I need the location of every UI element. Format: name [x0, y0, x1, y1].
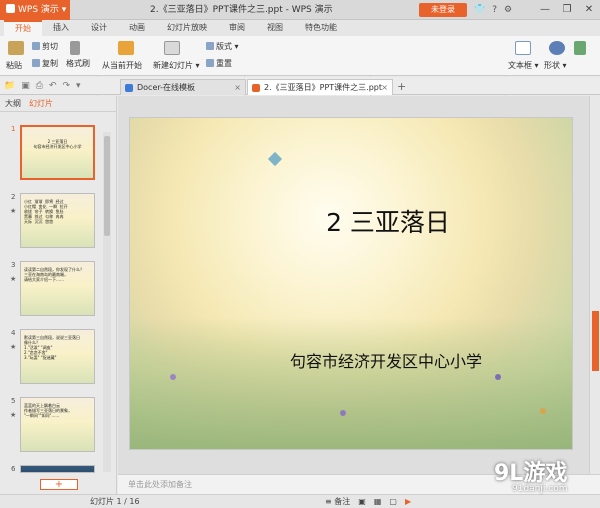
flower-image — [340, 410, 346, 416]
scroll-thumb[interactable] — [104, 136, 110, 236]
tab-home[interactable]: 开始 — [4, 20, 42, 36]
view-normal-icon[interactable]: ▣ — [358, 495, 366, 508]
doc-tab-label: 2.《三亚落日》PPT课件之三.ppt — [264, 83, 383, 92]
window-controls: — ❐ ✕ — [534, 0, 600, 20]
tab-features[interactable]: 特色功能 — [294, 20, 348, 36]
layout-button[interactable]: 版式 ▾ — [206, 41, 239, 52]
tab-view[interactable]: 视图 — [256, 20, 294, 36]
minimize-button[interactable]: — — [534, 0, 556, 20]
paste-icon[interactable] — [8, 41, 24, 55]
tab-outline[interactable]: 大纲 — [5, 96, 21, 111]
status-right: ≡ 备注 ▣ ▦ ▢ ▶ — [325, 495, 411, 508]
document-tab-bar: 📁 ▣ ⎙ ↶ ↷ ▾ Docer-在线模板 × 2.《三亚落日》PPT课件之三… — [0, 77, 600, 95]
app-menu-button[interactable]: WPS 演示 ▾ — [0, 0, 70, 20]
new-slide-icon[interactable] — [164, 41, 180, 55]
maximize-button[interactable]: ❐ — [556, 0, 578, 20]
view-reading-icon[interactable]: ▢ — [389, 495, 397, 508]
open-icon[interactable]: 📁 — [4, 81, 15, 91]
save-icon[interactable]: ▣ — [21, 81, 30, 91]
window-title: 2.《三亚落日》PPT课件之三.ppt - WPS 演示 — [150, 5, 333, 15]
new-slide-button[interactable]: 新建幻灯片 ▾ — [153, 60, 200, 71]
app-name: WPS 演示 — [18, 5, 59, 15]
slide-title[interactable]: 2 三亚落日 — [130, 203, 572, 239]
animation-star-icon: ★ — [10, 343, 17, 351]
meadow-background — [130, 316, 572, 449]
shape-button[interactable]: 形状 ▾ — [544, 60, 567, 71]
wps-logo-icon — [6, 4, 15, 13]
layout-icon — [206, 42, 214, 50]
from-current-button[interactable]: 从当前开始 — [102, 60, 142, 71]
brush-icon — [70, 41, 80, 55]
slide-canvas: 2 三亚落日 句容市经济开发区中心小学 — [118, 96, 600, 474]
new-tab-button[interactable]: + — [397, 79, 406, 95]
textbox-icon[interactable] — [515, 41, 531, 55]
status-bar: 幻灯片 1 / 16 ≡ 备注 ▣ ▦ ▢ ▶ — [0, 494, 600, 508]
close-tab-icon[interactable]: × — [381, 80, 388, 95]
format-painter-button[interactable]: 格式刷 — [66, 58, 90, 69]
doc-tab-presentation[interactable]: 2.《三亚落日》PPT课件之三.ppt × — [247, 79, 393, 95]
canvas-scrollbar[interactable] — [589, 96, 600, 474]
animation-star-icon: ★ — [10, 275, 17, 283]
view-sorter-icon[interactable]: ▦ — [374, 495, 382, 508]
title-bar: WPS 演示 ▾ 2.《三亚落日》PPT课件之三.ppt - WPS 演示 未登… — [0, 0, 600, 20]
docer-icon — [125, 84, 133, 92]
login-button[interactable]: 未登录 — [419, 3, 467, 17]
watermark-logo: 9L游戏 — [494, 461, 568, 486]
scroll-thumb[interactable] — [592, 311, 599, 371]
flower-image — [540, 408, 546, 414]
slide-subtitle[interactable]: 句容市经济开发区中心小学 — [130, 348, 572, 372]
copy-icon — [32, 59, 40, 67]
play-from-current-icon[interactable] — [118, 41, 134, 55]
scissors-icon — [32, 42, 40, 50]
undo-icon[interactable]: ↶ — [49, 81, 57, 91]
flower-image — [495, 374, 501, 380]
close-button[interactable]: ✕ — [578, 0, 600, 20]
panel-scrollbar[interactable] — [103, 132, 111, 472]
reset-button[interactable]: 重置 — [206, 58, 232, 69]
animation-star-icon: ★ — [10, 411, 17, 419]
tab-design[interactable]: 设计 — [80, 20, 118, 36]
paste-button[interactable]: 粘贴 — [6, 60, 22, 71]
skin-icon[interactable]: 👕 — [474, 5, 485, 15]
slide[interactable]: 2 三亚落日 句容市经济开发区中心小学 — [129, 117, 573, 450]
slide-counter: 幻灯片 1 / 16 — [90, 497, 140, 506]
title-icons: 👕 ? ⚙ — [474, 0, 512, 20]
watermark-url: 91danji.com — [512, 484, 568, 494]
cut-button[interactable]: 剪切 — [32, 41, 58, 52]
picture-icon[interactable] — [574, 41, 586, 55]
ppt-file-icon — [252, 84, 260, 92]
slideshow-icon[interactable]: ▶ — [405, 495, 411, 508]
copy-button[interactable]: 复制 — [32, 58, 58, 69]
animation-star-icon: ★ — [10, 207, 17, 215]
shape-icon[interactable] — [549, 41, 565, 55]
tab-animation[interactable]: 动画 — [118, 20, 156, 36]
menu-tabs: 开始 插入 设计 动画 幻灯片放映 审阅 视图 特色功能 — [0, 20, 600, 36]
quick-access-toolbar: 📁 ▣ ⎙ ↶ ↷ ▾ — [4, 77, 81, 95]
help-icon[interactable]: ? — [492, 5, 497, 15]
slides-panel: 大纲 幻灯片 1 2 三亚落日 句容市经济开发区中心小学 2 ★ 小红 渐渐 即将… — [0, 96, 117, 494]
add-slide-button[interactable]: + — [40, 479, 78, 490]
ribbon: 粘贴 剪切 复制 格式刷 从当前开始 新建幻灯片 ▾ 版式 ▾ 重置 0 A⁺ … — [0, 36, 600, 108]
kite-image — [267, 151, 283, 167]
tab-review[interactable]: 审阅 — [218, 20, 256, 36]
reset-icon — [206, 59, 214, 67]
tab-insert[interactable]: 插入 — [42, 20, 80, 36]
doc-tab-docer[interactable]: Docer-在线模板 × — [120, 79, 246, 95]
notes-toggle[interactable]: ≡ 备注 — [325, 495, 350, 508]
more-icon[interactable]: ▾ — [76, 81, 81, 91]
textbox-button[interactable]: 文本框 ▾ — [508, 60, 539, 71]
tab-slides[interactable]: 幻灯片 — [29, 96, 53, 111]
tab-slideshow[interactable]: 幻灯片放映 — [156, 20, 218, 36]
redo-icon[interactable]: ↷ — [62, 81, 70, 91]
panel-tabs: 大纲 幻灯片 — [0, 96, 116, 112]
flower-image — [170, 374, 176, 380]
settings-icon[interactable]: ⚙ — [504, 5, 512, 15]
doc-tab-label: Docer-在线模板 — [137, 83, 196, 92]
print-icon[interactable]: ⎙ — [36, 81, 43, 91]
close-tab-icon[interactable]: × — [234, 80, 241, 95]
